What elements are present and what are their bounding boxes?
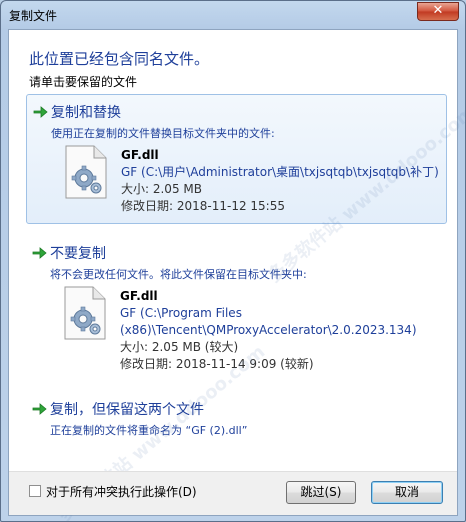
option-copy-and-replace[interactable]: 复制和替换 使用正在复制的文件替换目标文件夹中的文件: GF.dll GF (C…: [26, 94, 447, 224]
dll-file-icon: [64, 286, 106, 340]
page-title: 此位置已经包含同名文件。: [29, 50, 210, 68]
file-path: GF (C:\Program Files: [120, 306, 242, 320]
instruction-text: 请单击要保留的文件: [29, 75, 138, 89]
file-name: GF.dll: [120, 289, 158, 303]
green-arrow-icon: [32, 247, 47, 259]
cancel-button[interactable]: 取消: [371, 481, 443, 504]
option-title: 不要复制: [50, 246, 106, 262]
apply-to-all-label[interactable]: 对于所有冲突执行此操作(D): [46, 483, 197, 500]
file-size: 大小: 2.05 MB (较大): [120, 340, 239, 354]
dll-file-icon: [65, 145, 107, 199]
option-copy-keep-both[interactable]: 复制，但保留这两个文件 正在复制的文件将重命名为 “GF (2).dll”: [26, 392, 447, 442]
title-bar[interactable]: 复制文件 ✕: [1, 1, 465, 29]
close-button[interactable]: ✕: [417, 2, 459, 21]
apply-to-all-checkbox[interactable]: [29, 485, 41, 497]
dialog-footer: 对于所有冲突执行此操作(D) 跳过(S) 取消: [9, 471, 457, 515]
file-path-continued: (x86)\Tencent\QMProxyAccelerator\2.0.202…: [120, 323, 417, 337]
skip-button[interactable]: 跳过(S): [286, 481, 356, 504]
file-modified-date: 修改日期: 2018-11-12 15:55: [121, 199, 285, 213]
option-title: 复制和替换: [51, 105, 121, 121]
green-arrow-icon: [33, 106, 48, 118]
destination-file-info: GF.dll GF (C:\Program Files (x86)\Tencen…: [120, 288, 417, 373]
green-arrow-icon: [32, 403, 47, 415]
option-description: 使用正在复制的文件替换目标文件夹中的文件:: [51, 127, 275, 140]
dialog-content: 此位置已经包含同名文件。 请单击要保留的文件 复制和替换 使用正在复制的文件替换…: [8, 29, 465, 521]
copy-file-dialog: 复制文件 ✕ 此位置已经包含同名文件。 请单击要保留的文件 复制和替换 使用正在…: [0, 0, 466, 522]
window-title: 复制文件: [9, 9, 58, 23]
